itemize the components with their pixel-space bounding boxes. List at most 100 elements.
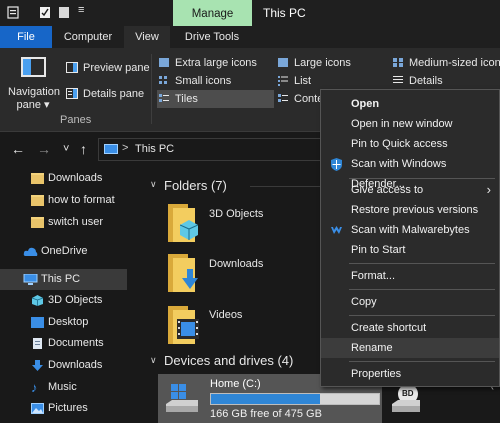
tab-file[interactable]: File (0, 26, 52, 48)
tab-drive-tools[interactable]: Drive Tools (170, 26, 254, 48)
menu-item-create-shortcut[interactable]: Create shortcut (321, 318, 499, 338)
menu-item-copy[interactable]: Copy (321, 292, 499, 312)
nav-item-label: how to format (48, 194, 115, 206)
address-bar[interactable]: > This PC (98, 138, 348, 161)
nav-item-downloads-pinned[interactable]: Downloads (0, 168, 140, 189)
medium-icons-label: Medium-sized icons (409, 57, 500, 69)
menu-item-label: Rename (351, 342, 393, 354)
menu-item-label: Restore previous versions (351, 204, 479, 216)
picture-icon (31, 403, 44, 414)
menu-item-label: Give access to (351, 184, 424, 196)
drive-usage-bar (210, 393, 380, 405)
preview-pane-button[interactable]: Preview pane (66, 62, 150, 74)
menu-item-label: Copy (351, 296, 377, 308)
layout-extra-large-icons[interactable]: Extra large icons (158, 57, 257, 69)
content-icon (278, 94, 288, 102)
cube-icon (180, 220, 198, 240)
checklist-icon[interactable] (39, 6, 51, 19)
menu-item-format[interactable]: Format... (321, 266, 499, 286)
menu-item-rename[interactable]: Rename (321, 338, 499, 358)
list-icon (278, 76, 288, 86)
tiles-icon (159, 94, 169, 102)
navigation-pane[interactable]: Downloads how to format switch user OneD… (0, 166, 140, 423)
breadcrumb-separator[interactable]: > (122, 142, 128, 154)
nav-item-this-pc[interactable]: This PC (0, 269, 127, 290)
layout-medium-icons[interactable]: Medium-sized icons (392, 57, 500, 69)
nav-item-switch-user[interactable]: switch user (0, 212, 140, 233)
extra-large-icons-label: Extra large icons (175, 57, 257, 69)
menu-item-open-new-window[interactable]: Open in new window (321, 114, 499, 134)
menu-item-label: Format... (351, 270, 396, 282)
menu-item-pin-start[interactable]: Pin to Start (321, 240, 499, 260)
customize-toolbar-icon[interactable]: ≡ (78, 4, 84, 16)
nav-item-label: OneDrive (41, 245, 88, 257)
layout-details[interactable]: Details (392, 75, 443, 87)
menu-item-label: Pin to Quick access (351, 138, 448, 150)
layout-large-icons[interactable]: Large icons (277, 57, 351, 69)
folder-icon (168, 204, 198, 242)
details-pane-button[interactable]: Details pane (66, 88, 144, 100)
large-icons-icon (278, 58, 288, 67)
tab-view[interactable]: View (124, 26, 170, 48)
menu-item-properties[interactable]: Properties (321, 364, 499, 384)
nav-item-pictures[interactable]: Pictures (0, 398, 140, 419)
collapse-folders-icon[interactable]: ∨ (150, 179, 157, 190)
window-title: This PC (263, 6, 306, 20)
tab-computer[interactable]: Computer (52, 26, 124, 48)
layout-list[interactable]: List (277, 75, 311, 87)
collapse-drives-icon[interactable]: ∨ (150, 355, 157, 366)
preview-pane-icon (66, 62, 78, 73)
forward-button[interactable]: → (37, 141, 51, 157)
menu-item-label: Pin to Start (351, 244, 406, 256)
nav-item-how-to-format[interactable]: how to format (0, 190, 140, 211)
back-button[interactable]: ← (11, 141, 25, 157)
folder-icon (31, 173, 44, 184)
menu-item-open[interactable]: Open (321, 94, 499, 114)
breadcrumb-this-pc[interactable]: This PC (135, 143, 174, 155)
cloud-icon (23, 247, 38, 256)
menu-item-give-access[interactable]: Give access to › (321, 180, 499, 200)
nav-item-3d-objects[interactable]: 3D Objects (0, 290, 140, 311)
layout-small-icons[interactable]: Small icons (158, 75, 231, 87)
nav-item-documents[interactable]: Documents (0, 333, 140, 354)
drives-section-header[interactable]: Devices and drives (4) (164, 353, 293, 368)
menu-item-label: Scan with Malwarebytes (351, 224, 470, 236)
document-icon (33, 338, 42, 349)
computer-icon (23, 274, 38, 285)
nav-item-music[interactable]: ♪ Music (0, 377, 140, 398)
menu-item-scan-malwarebytes[interactable]: Scan with Malwarebytes (321, 220, 499, 240)
download-icon (32, 360, 43, 371)
context-menu[interactable]: Open Open in new window Pin to Quick acc… (320, 89, 500, 387)
menu-separator (349, 361, 495, 362)
hard-drive-icon (166, 384, 198, 412)
ribbon-divider (151, 54, 152, 124)
folder-label: Videos (209, 309, 243, 321)
nav-item-label: Music (48, 381, 77, 393)
windows-defender-icon (331, 158, 342, 171)
navigation-pane-label: Navigation pane ▾ (8, 86, 60, 111)
menu-separator (349, 263, 495, 264)
properties-icon[interactable] (7, 6, 19, 19)
film-icon (177, 319, 199, 339)
submenu-arrow-icon: › (486, 182, 491, 197)
extra-large-icons-icon (159, 58, 169, 67)
preview-pane-label: Preview pane (83, 62, 150, 74)
menu-separator (349, 289, 495, 290)
folders-section-header[interactable]: Folders (7) (164, 178, 227, 193)
tab-manage[interactable]: Manage (173, 0, 252, 26)
menu-item-scan-defender[interactable]: Scan with Windows Defender... (321, 154, 499, 190)
layout-tiles[interactable]: Tiles (157, 90, 274, 108)
nav-item-label: switch user (48, 216, 104, 228)
malwarebytes-icon (331, 226, 342, 234)
cube-icon (31, 295, 44, 306)
layout-content[interactable]: Conte (277, 93, 323, 105)
new-folder-icon[interactable] (58, 6, 70, 19)
recent-locations-button[interactable]: ˅ (63, 141, 69, 157)
menu-item-restore-versions[interactable]: Restore previous versions (321, 200, 499, 220)
nav-item-label: Desktop (48, 316, 89, 328)
nav-item-desktop[interactable]: Desktop (0, 312, 140, 333)
up-button[interactable]: ↑ (80, 141, 87, 157)
menu-item-pin-quick-access[interactable]: Pin to Quick access (321, 134, 499, 154)
nav-item-downloads[interactable]: Downloads (0, 355, 140, 376)
nav-item-onedrive[interactable]: OneDrive (0, 241, 140, 262)
